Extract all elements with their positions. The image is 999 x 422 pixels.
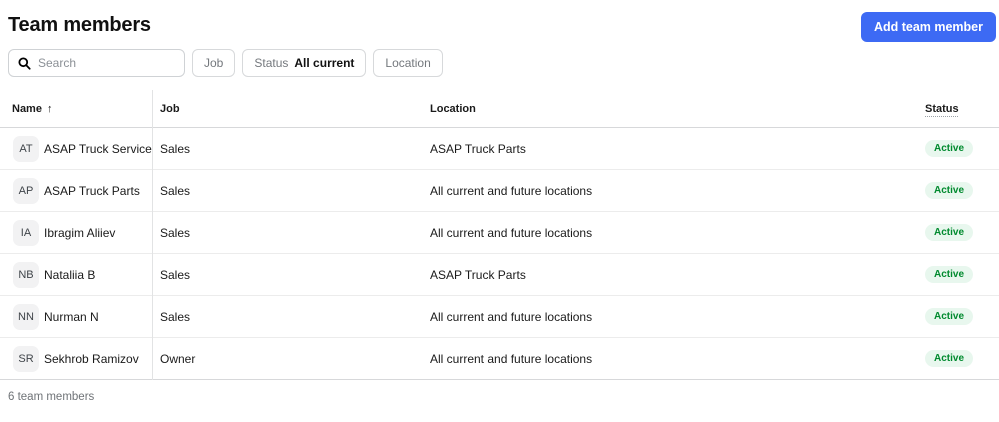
filter-job-label: Job: [204, 56, 224, 70]
member-name-cell: NB Nataliia B: [0, 261, 152, 288]
page-title: Team members: [8, 14, 151, 36]
member-count: 6 team members: [8, 391, 95, 403]
team-members-page: Team members Add team member Job Status …: [0, 0, 999, 422]
member-status-cell: Active: [917, 140, 999, 157]
filter-location-label: Location: [385, 56, 431, 70]
avatar: NN: [13, 303, 39, 330]
table-header: Name ↑ Job Location Status: [0, 90, 999, 128]
column-header-name[interactable]: Name ↑: [0, 103, 152, 115]
member-name: ASAP Truck Service: [44, 141, 152, 156]
status-badge: Active: [925, 140, 974, 157]
member-name-cell: SR Sekhrob Ramizov: [0, 345, 152, 372]
table-body: AT ASAP Truck Service Sales ASAP Truck P…: [0, 128, 999, 380]
member-name: Ibragim Aliiev: [44, 225, 116, 240]
filter-job[interactable]: Job: [192, 49, 236, 77]
column-header-status-label: Status: [925, 102, 959, 115]
add-team-member-button[interactable]: Add team member: [860, 12, 996, 42]
member-status-cell: Active: [917, 182, 999, 199]
member-name-cell: AP ASAP Truck Parts: [0, 177, 152, 204]
member-job: Sales: [160, 183, 191, 198]
member-location: All current and future locations: [430, 225, 593, 240]
avatar: IA: [13, 219, 39, 246]
table-row[interactable]: AP ASAP Truck Parts Sales All current an…: [0, 170, 999, 212]
table-row[interactable]: NN Nurman N Sales All current and future…: [0, 296, 999, 338]
search-icon: [18, 56, 31, 70]
member-job: Owner: [160, 351, 196, 366]
column-header-name-label: Name: [12, 102, 42, 115]
status-badge: Active: [925, 266, 974, 283]
filter-status[interactable]: Status All current: [242, 49, 367, 77]
column-header-job: Job: [160, 102, 180, 115]
member-job: Sales: [160, 141, 191, 156]
status-badge: Active: [925, 224, 974, 241]
member-job: Sales: [160, 267, 191, 282]
member-location: ASAP Truck Parts: [430, 267, 526, 282]
filter-status-label: Status: [254, 56, 289, 70]
sort-ascending-icon: ↑: [46, 102, 53, 115]
table-row[interactable]: IA Ibragim Aliiev Sales All current and …: [0, 212, 999, 254]
member-status-cell: Active: [917, 350, 999, 367]
member-status-cell: Active: [917, 224, 999, 241]
topbar: Team members Add team member: [0, 0, 999, 49]
member-location: All current and future locations: [430, 183, 593, 198]
status-badge: Active: [925, 350, 974, 367]
search-input[interactable]: [38, 56, 175, 70]
table-row[interactable]: AT ASAP Truck Service Sales ASAP Truck P…: [0, 128, 999, 170]
table-row[interactable]: NB Nataliia B Sales ASAP Truck Parts Act…: [0, 254, 999, 296]
avatar: SR: [13, 345, 39, 372]
column-header-location: Location: [430, 102, 476, 115]
member-name-cell: AT ASAP Truck Service: [0, 135, 152, 162]
member-location: ASAP Truck Parts: [430, 141, 526, 156]
filter-toolbar: Job Status All current Location: [0, 49, 999, 77]
team-table: Name ↑ Job Location Status AT ASAP Truck…: [0, 90, 999, 380]
column-header-status[interactable]: Status: [917, 103, 999, 115]
member-location: All current and future locations: [430, 309, 593, 324]
member-name-cell: NN Nurman N: [0, 303, 152, 330]
avatar: NB: [13, 261, 39, 288]
table-row[interactable]: SR Sekhrob Ramizov Owner All current and…: [0, 338, 999, 380]
member-name: Nurman N: [44, 309, 99, 324]
member-status-cell: Active: [917, 308, 999, 325]
member-job: Sales: [160, 309, 191, 324]
member-status-cell: Active: [917, 266, 999, 283]
member-location: All current and future locations: [430, 351, 593, 366]
filter-status-value: All current: [294, 56, 355, 70]
column-divider: [152, 90, 153, 380]
member-name: Sekhrob Ramizov: [44, 351, 139, 366]
status-badge: Active: [925, 182, 974, 199]
filter-location[interactable]: Location: [373, 49, 443, 77]
member-name: ASAP Truck Parts: [44, 183, 140, 198]
member-name-cell: IA Ibragim Aliiev: [0, 219, 152, 246]
status-badge: Active: [925, 308, 974, 325]
avatar: AT: [13, 135, 39, 162]
member-name: Nataliia B: [44, 267, 96, 282]
member-job: Sales: [160, 225, 191, 240]
avatar: AP: [13, 177, 39, 204]
search-box[interactable]: [8, 49, 185, 77]
